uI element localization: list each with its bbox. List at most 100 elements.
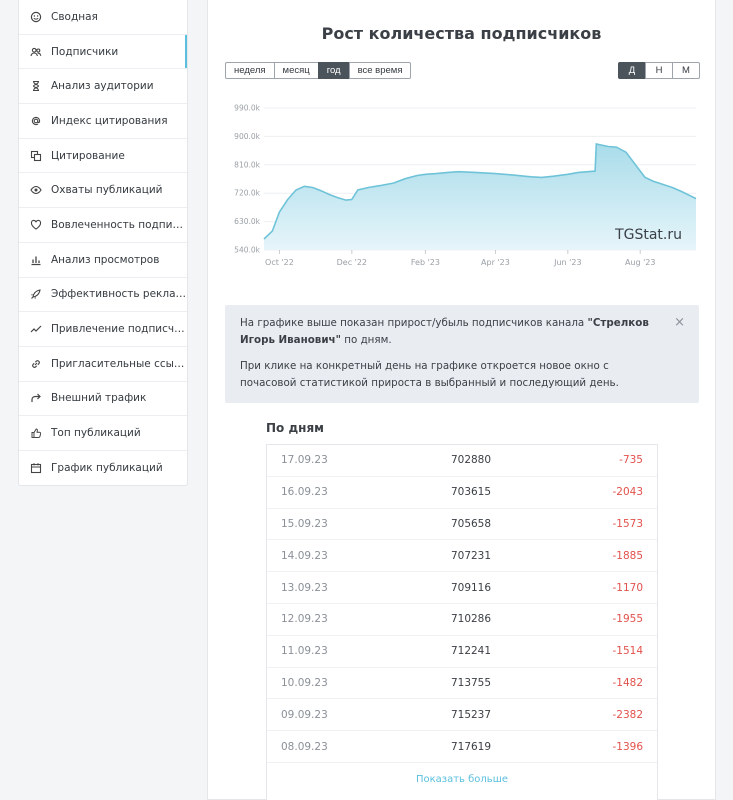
row-date: 09.09.23 xyxy=(281,708,328,721)
sidebar-item-summary[interactable]: Сводная xyxy=(19,0,187,35)
show-more-button[interactable]: Показать больше xyxy=(267,763,657,797)
row-delta: -1170 xyxy=(612,581,643,594)
row-subscribers: 717619 xyxy=(450,740,492,753)
alert-text-suffix: по дням. xyxy=(340,334,392,346)
table-row: 17.09.23 702880 -735 xyxy=(267,445,657,477)
sidebar-item-invite-links[interactable]: Пригласительные ссылки xyxy=(19,347,187,382)
row-date: 11.09.23 xyxy=(281,645,328,658)
sidebar-item-schedule[interactable]: График публикаций xyxy=(19,451,187,486)
link-icon xyxy=(30,358,42,370)
sidebar-item-reach[interactable]: Охваты публикаций xyxy=(19,173,187,209)
sidebar-item-label: Анализ аудитории xyxy=(51,80,154,93)
alert-text-prefix: На графике выше показан прирост/убыль по… xyxy=(240,317,588,329)
sidebar-item-citation-index[interactable]: Индекс цитирования xyxy=(19,104,187,139)
alert-text-1: На графике выше показан прирост/убыль по… xyxy=(240,315,659,349)
alert-text-2: При клике на конкретный день на графике … xyxy=(240,360,619,389)
sidebar-item-label: Топ публикаций xyxy=(51,427,141,440)
sidebar-item-label: Внешний трафик xyxy=(51,392,147,405)
main-card: Рост количества подписчиков неделя месяц г… xyxy=(207,0,716,800)
days-heading: По дням xyxy=(266,421,324,435)
row-subscribers: 703615 xyxy=(450,486,492,499)
period-button-3[interactable]: все время xyxy=(348,62,412,79)
row-subscribers: 712241 xyxy=(450,645,492,658)
bar-chart-icon xyxy=(30,254,42,266)
smile-icon xyxy=(30,11,42,23)
x-tick-label: Aug '23 xyxy=(625,258,656,267)
row-delta: -1885 xyxy=(612,549,643,562)
row-delta: -1396 xyxy=(612,740,643,753)
row-subscribers: 709116 xyxy=(450,581,492,594)
row-delta: -1514 xyxy=(612,645,643,658)
row-date: 10.09.23 xyxy=(281,676,328,689)
table-row: 12.09.23 710286 -1955 xyxy=(267,604,657,636)
sidebar-item-label: Пригласительные ссылки xyxy=(51,357,187,370)
row-date: 14.09.23 xyxy=(281,549,328,562)
sidebar-item-label: Сводная xyxy=(51,10,98,23)
row-subscribers: 705658 xyxy=(450,517,492,530)
table-row: 10.09.23 713755 -1482 xyxy=(267,668,657,700)
sidebar-item-top-posts[interactable]: Топ публикаций xyxy=(19,416,187,451)
y-tick-label: 540.0k xyxy=(234,246,260,255)
watermark-label: TGStat.ru xyxy=(614,227,682,243)
hourglass-icon xyxy=(30,80,42,92)
sidebar-item-ads[interactable]: Эффективность рекламы xyxy=(19,278,187,313)
table-row: 09.09.23 715237 -2382 xyxy=(267,699,657,732)
sidebar-item-citations[interactable]: Цитирование xyxy=(19,139,187,174)
sidebar-item-label: Вовлеченность подписчиков xyxy=(51,218,187,231)
row-subscribers: 702880 xyxy=(450,454,492,467)
x-tick-label: Oct '22 xyxy=(265,258,294,267)
sidebar-item-engagement[interactable]: Вовлеченность подписчиков xyxy=(19,208,187,243)
y-tick-label: 900.0k xyxy=(234,132,260,141)
sidebar-item-traffic[interactable]: Внешний трафик xyxy=(19,382,187,417)
at-icon xyxy=(30,115,42,127)
sidebar-item-label: Подписчики xyxy=(51,45,119,58)
row-subscribers: 710286 xyxy=(450,613,492,626)
table-row: 16.09.23 703615 -2043 xyxy=(267,477,657,509)
period-button-0[interactable]: неделя xyxy=(225,62,275,79)
table-row: 15.09.23 705658 -1573 xyxy=(267,509,657,541)
sidebar: Сводная Подписчики Анализ аудитории Индекс … xyxy=(18,0,188,486)
row-date: 12.09.23 xyxy=(281,613,328,626)
row-subscribers: 707231 xyxy=(450,549,492,562)
sidebar-item-views[interactable]: Анализ просмотров xyxy=(19,243,187,278)
sidebar-item-label: Цитирование xyxy=(51,149,125,162)
y-tick-label: 990.0k xyxy=(234,104,260,113)
period-selector: неделя месяц год все время xyxy=(225,62,412,79)
row-delta: -735 xyxy=(619,454,643,467)
rocket-icon xyxy=(30,288,42,300)
sidebar-item-label: График публикаций xyxy=(51,462,163,475)
period-button-1[interactable]: месяц xyxy=(273,62,319,79)
granularity-button-0[interactable]: Д xyxy=(618,62,646,79)
page-title: Рост количества подписчиков xyxy=(321,24,602,43)
y-tick-label: 630.0k xyxy=(234,217,260,226)
row-delta: -2043 xyxy=(612,486,643,499)
row-delta: -1955 xyxy=(612,613,643,626)
table-row: 08.09.23 717619 -1396 xyxy=(267,731,657,763)
thumbs-up-icon xyxy=(30,427,42,439)
info-alert: На графике выше показан прирост/убыль по… xyxy=(225,305,699,403)
close-icon[interactable]: × xyxy=(674,314,685,331)
sidebar-item-label: Эффективность рекламы xyxy=(51,288,187,301)
users-icon xyxy=(30,46,42,58)
subscribers-chart[interactable]: 540.0k 630.0k 720.0k 810.0k 900.0k 990.0k Oct … xyxy=(208,95,717,280)
sidebar-item-label: Охваты публикаций xyxy=(51,184,163,197)
x-tick-label: Dec '22 xyxy=(337,258,367,267)
trend-icon xyxy=(30,323,42,335)
heart-icon xyxy=(30,219,42,231)
share-icon xyxy=(30,392,42,404)
y-tick-label: 720.0k xyxy=(234,189,260,198)
granularity-button-1[interactable]: Н xyxy=(645,62,673,79)
quote-copy-icon xyxy=(30,150,42,162)
period-button-2[interactable]: год xyxy=(317,62,350,79)
sidebar-item-subscribers[interactable]: Подписчики xyxy=(19,34,187,70)
row-delta: -2382 xyxy=(612,708,643,721)
granularity-button-2[interactable]: М xyxy=(672,62,700,79)
row-subscribers: 713755 xyxy=(450,676,492,689)
row-date: 17.09.23 xyxy=(281,454,328,467)
sidebar-item-acquisition[interactable]: Привлечение подписчиков xyxy=(19,312,187,347)
sidebar-item-label: Индекс цитирования xyxy=(51,114,168,127)
row-delta: -1573 xyxy=(612,517,643,530)
x-tick-label: Apr '23 xyxy=(481,258,510,267)
sidebar-item-audience[interactable]: Анализ аудитории xyxy=(19,69,187,105)
row-delta: -1482 xyxy=(612,676,643,689)
